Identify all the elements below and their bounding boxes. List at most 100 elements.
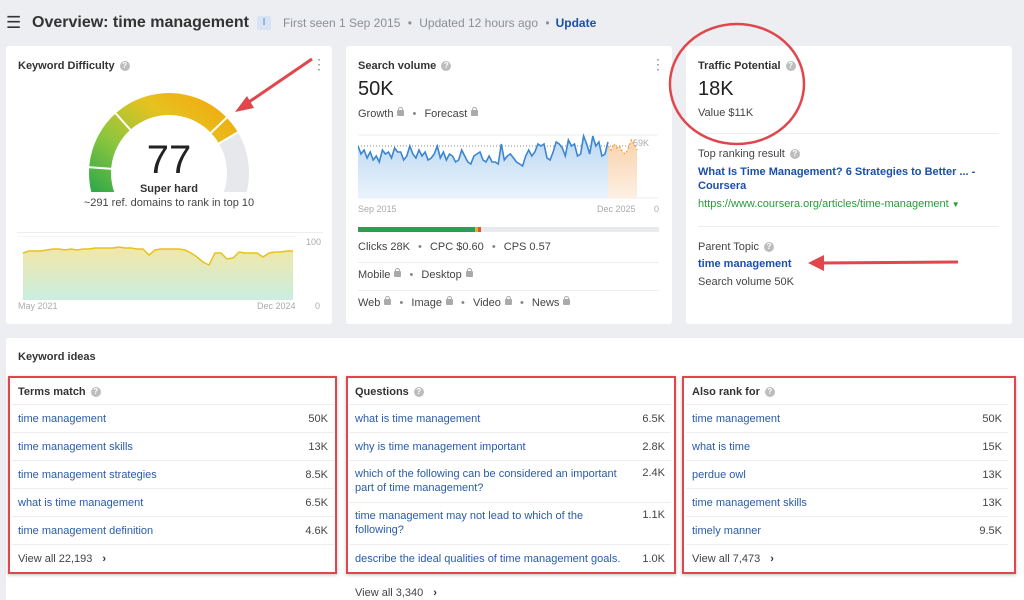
keyword-link[interactable]: timely manner	[692, 524, 761, 538]
kd-x-start: May 2021	[18, 301, 58, 311]
view-all-text[interactable]: View all 22,193	[18, 553, 92, 565]
help-icon[interactable]: ?	[764, 386, 775, 397]
growth-label[interactable]: Growth	[358, 108, 393, 120]
help-icon[interactable]: ?	[763, 242, 774, 252]
view-all-text[interactable]: View all 7,473	[692, 553, 760, 565]
serp-news[interactable]: News	[532, 297, 560, 309]
view-all-text[interactable]: View all 3,340	[355, 587, 423, 599]
keyword-link[interactable]: why is time management important	[355, 440, 526, 454]
keyword-link[interactable]: time management	[692, 412, 780, 426]
keyword-difficulty-card: Keyword Difficulty ? ⋮ 77 Super hard ~29…	[6, 46, 332, 324]
keyword-link[interactable]: time management may not lead to which of…	[355, 509, 600, 537]
keyword-volume: 6.5K	[305, 496, 328, 509]
view-all-link[interactable]: View all 22,193 ›	[12, 545, 334, 573]
overview-header: ☰ Overview: time management I First seen…	[0, 0, 1024, 45]
forecast-label[interactable]: Forecast	[424, 108, 467, 120]
page-title: Overview: time management	[32, 13, 249, 31]
keyword-link[interactable]: perdue owl	[692, 468, 746, 482]
clicks-bar	[358, 227, 659, 232]
keyword-link[interactable]: time management skills	[692, 496, 807, 510]
sv-y-min: 0	[654, 204, 660, 214]
separator: •	[491, 241, 496, 253]
keyword-link[interactable]: what is time	[692, 440, 750, 454]
keyword-link[interactable]: time management strategies	[18, 468, 157, 482]
keyword-ideas-title: Keyword ideas	[18, 351, 96, 363]
separator: •	[399, 297, 404, 309]
menu-icon[interactable]: ☰	[6, 14, 22, 31]
help-icon[interactable]: ?	[413, 386, 424, 397]
sv-title: Search volume ?	[358, 60, 452, 72]
list-item: which of the following can be considered…	[349, 461, 671, 503]
column-header: Questions?	[349, 379, 671, 405]
divider	[17, 232, 323, 233]
lock-icon	[384, 296, 392, 305]
divider	[358, 290, 659, 291]
device-desktop[interactable]: Desktop	[421, 269, 461, 281]
sv-x-start: Sep 2015	[358, 204, 397, 214]
parent-topic-link[interactable]: time management	[698, 258, 792, 270]
terms-match-column: Terms match? time management 50K time man…	[12, 379, 334, 573]
info-badge[interactable]: I	[256, 15, 271, 30]
help-icon[interactable]: ?	[90, 386, 101, 397]
first-seen: First seen 1 Sep 2015	[282, 15, 401, 30]
more-options-icon[interactable]: ⋮	[312, 57, 326, 71]
keyword-volume: 4.6K	[305, 524, 328, 537]
keyword-volume: 50K	[982, 412, 1002, 425]
separator: •	[409, 269, 414, 281]
cps-value: CPS 0.57	[503, 241, 551, 253]
keyword-link[interactable]: time management definition	[18, 524, 153, 538]
keyword-volume: 2.8K	[642, 440, 665, 453]
help-icon[interactable]: ?	[119, 61, 130, 71]
serp-image[interactable]: Image	[411, 297, 442, 309]
list-item: what is time 15K	[686, 433, 1008, 461]
chevron-right-icon[interactable]: ›	[770, 553, 774, 565]
sv-ref-label: 59K	[633, 138, 650, 148]
keyword-link[interactable]: what is time management	[355, 412, 480, 426]
separator: •	[461, 297, 465, 309]
list-item: time management 50K	[686, 405, 1008, 433]
top-result-link[interactable]: What Is Time Management? 6 Strategies to…	[698, 165, 998, 193]
help-icon[interactable]: ?	[785, 61, 796, 71]
help-icon[interactable]: ?	[789, 149, 800, 159]
lock-icon	[471, 107, 479, 116]
update-link[interactable]: Update	[556, 16, 597, 30]
keyword-volume: 1.0K	[642, 553, 665, 565]
chevron-right-icon[interactable]: ›	[433, 587, 437, 599]
lock-icon	[504, 296, 512, 305]
keyword-link[interactable]: time management skills	[18, 440, 133, 454]
keyword-link[interactable]: describe the ideal qualities of time man…	[355, 552, 620, 566]
lock-icon	[465, 268, 473, 277]
serp-video[interactable]: Video	[473, 297, 501, 309]
serp-web[interactable]: Web	[358, 297, 380, 309]
kd-x-end: Dec 2024	[257, 301, 296, 311]
device-mobile[interactable]: Mobile	[358, 269, 390, 281]
organic-clicks-segment	[358, 227, 475, 232]
paid-clicks-segment-2	[478, 227, 481, 232]
column-header: Terms match?	[12, 379, 334, 405]
url-text[interactable]: https://www.coursera.org/articles/time-m…	[698, 198, 949, 210]
header-meta: First seen 1 Sep 2015 • Updated 12 hours…	[283, 16, 554, 30]
more-options-icon[interactable]: ⋮	[651, 57, 665, 71]
parent-topic-label: Parent Topic ?	[698, 241, 774, 253]
keyword-volume: 50K	[308, 412, 328, 425]
view-all-link[interactable]: View all 7,473 ›	[686, 545, 1008, 573]
help-icon[interactable]: ?	[441, 61, 452, 71]
divider	[698, 226, 999, 227]
parent-topic-label-text: Parent Topic	[698, 241, 759, 253]
column-title: Also rank for	[692, 385, 760, 398]
keyword-link[interactable]: time management	[18, 412, 106, 426]
separator: •	[519, 297, 524, 309]
list-item: time management strategies 8.5K	[12, 461, 334, 489]
top-result-url[interactable]: https://www.coursera.org/articles/time-m…	[698, 198, 960, 210]
lock-icon	[394, 268, 402, 277]
kd-title: Keyword Difficulty ?	[18, 60, 130, 72]
keyword-link[interactable]: what is time management	[18, 496, 143, 510]
list-item: time management skills 13K	[686, 489, 1008, 517]
sv-value: 50K	[358, 78, 394, 100]
keyword-link[interactable]: which of the following can be considered…	[355, 467, 630, 495]
kd-title-text: Keyword Difficulty	[18, 60, 115, 72]
view-all-link[interactable]: View all 3,340 ›	[349, 579, 671, 600]
caret-down-icon[interactable]: ▼	[952, 200, 960, 209]
chevron-right-icon[interactable]: ›	[102, 553, 106, 565]
tp-title: Traffic Potential ?	[698, 60, 796, 72]
